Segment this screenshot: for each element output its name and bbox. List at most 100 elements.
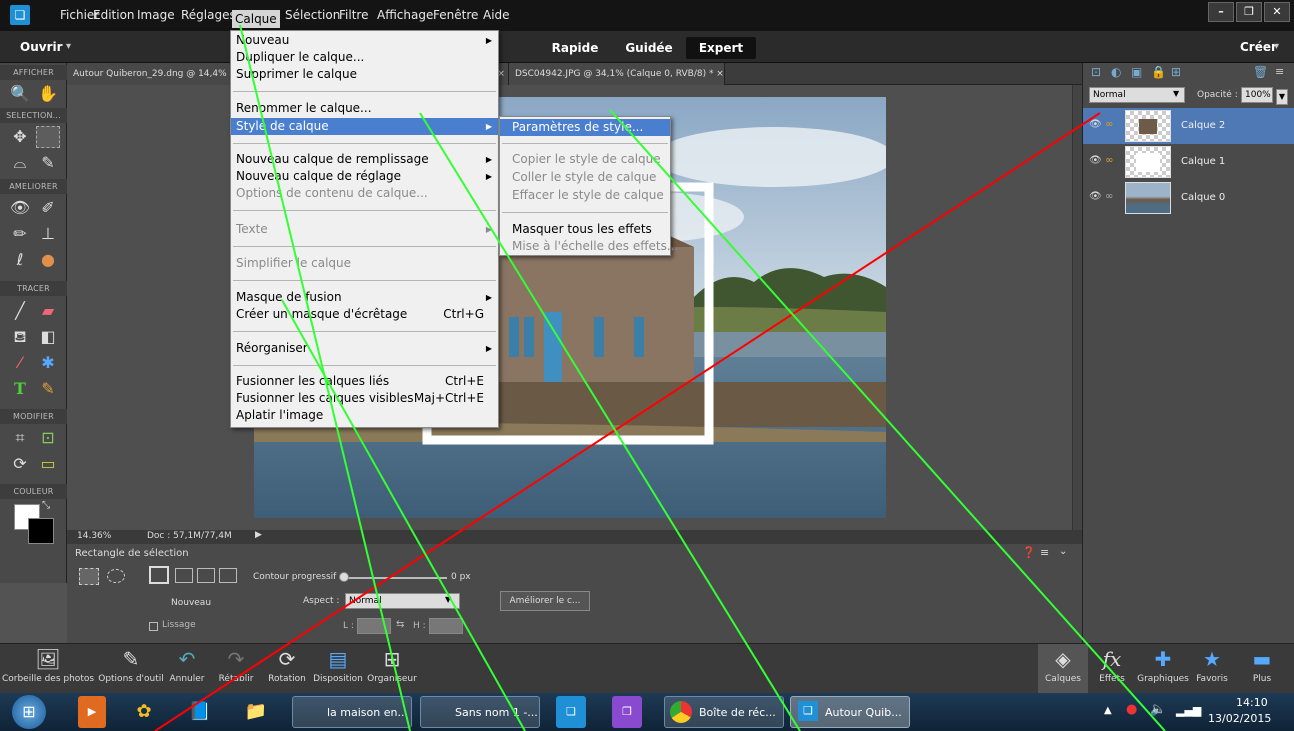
graphics-button[interactable]: ✚ Graphiques bbox=[1132, 644, 1194, 694]
photo-bin-button[interactable]: 🖼 Corbeille des photos bbox=[0, 644, 96, 694]
layers-button[interactable]: ◈ Calques bbox=[1038, 644, 1088, 694]
favorites-button[interactable]: ★ Favoris bbox=[1194, 644, 1230, 694]
hand-tool-icon[interactable]: ✋ bbox=[36, 83, 60, 105]
opacity-input[interactable]: 100% bbox=[1241, 87, 1273, 103]
zoom-tool-icon[interactable]: 🔍 bbox=[8, 83, 32, 105]
feather-slider-thumb[interactable] bbox=[339, 572, 349, 582]
smooth-checkbox[interactable] bbox=[149, 622, 158, 631]
red-eye-tool-icon[interactable]: 👁 bbox=[8, 197, 32, 219]
menu-item-renommer[interactable]: Renommer le calque... bbox=[231, 100, 498, 117]
swap-colors-icon[interactable]: ⤡ bbox=[42, 500, 50, 511]
options-menu-icon[interactable]: ≡ bbox=[1040, 546, 1049, 559]
picasa-icon[interactable]: ✿ bbox=[130, 696, 158, 728]
smart-brush-tool-icon[interactable]: ✏ bbox=[8, 223, 32, 245]
premiere-elements-icon[interactable]: ❐ bbox=[612, 696, 642, 728]
photoshop-elements-icon[interactable]: ❏ bbox=[556, 696, 586, 728]
background-color-swatch[interactable] bbox=[28, 518, 54, 544]
menu-item-masque-fusion[interactable]: Masque de fusion ▶ bbox=[231, 289, 498, 306]
menu-item-calque-reglage[interactable]: Nouveau calque de réglage ▶ bbox=[231, 168, 498, 185]
menu-item-fusionner-lies[interactable]: Fusionner les calques liés Ctrl+E bbox=[231, 373, 498, 390]
maximize-button[interactable]: ❐ bbox=[1236, 2, 1262, 22]
minimize-button[interactable]: – bbox=[1208, 2, 1234, 22]
blur-tool-icon[interactable]: ℓ bbox=[8, 249, 32, 271]
brush-tool-icon[interactable]: ╱ bbox=[8, 300, 32, 322]
clock-date[interactable]: 13/02/2015 bbox=[1208, 712, 1271, 725]
help-icon[interactable]: ❓ bbox=[1022, 546, 1036, 559]
lock-transparency-icon[interactable]: ⊞ bbox=[1171, 65, 1181, 79]
volume-icon[interactable]: 🔈 bbox=[1150, 702, 1166, 717]
crop-tool-icon[interactable]: ⌗ bbox=[8, 427, 32, 449]
visibility-eye-icon[interactable]: 👁 bbox=[1089, 191, 1102, 202]
create-button[interactable]: Créer bbox=[1240, 37, 1277, 57]
mode-guidee[interactable]: Guidée bbox=[614, 37, 684, 59]
collapse-options-icon[interactable]: ⌄ bbox=[1059, 546, 1067, 557]
effects-button[interactable]: fx Effets bbox=[1092, 644, 1132, 694]
layout-button[interactable]: ▤ Disposition bbox=[310, 644, 366, 694]
menu-item-reorganiser[interactable]: Réorganiser ▶ bbox=[231, 340, 498, 357]
width-input[interactable] bbox=[357, 618, 391, 634]
open-dropdown-icon[interactable]: ▾ bbox=[66, 37, 71, 57]
feather-slider-track[interactable] bbox=[344, 577, 447, 579]
app-logo-icon[interactable]: ❏ bbox=[10, 5, 30, 25]
layer-row[interactable]: 👁 ∞ Calque 0 bbox=[1083, 180, 1294, 216]
rotate-button[interactable]: ⟳ Rotation bbox=[264, 644, 310, 694]
network-icon[interactable]: ▂▄▆ bbox=[1176, 704, 1201, 717]
spot-healing-tool-icon[interactable]: ✐ bbox=[36, 197, 60, 219]
refine-edge-button[interactable]: Améliorer le c... bbox=[500, 591, 590, 611]
mode-expert[interactable]: Expert bbox=[686, 37, 756, 59]
undo-button[interactable]: ↶ Annuler bbox=[166, 644, 208, 694]
lasso-tool-icon[interactable]: ⌓ bbox=[8, 152, 32, 174]
eraser-tool-icon[interactable]: ▰ bbox=[36, 300, 60, 322]
type-tool-icon[interactable]: T bbox=[8, 378, 32, 400]
rect-marquee-tool-icon[interactable] bbox=[36, 126, 60, 148]
more-button[interactable]: ▬ Plus bbox=[1240, 644, 1284, 694]
file-explorer-icon[interactable]: 📁 bbox=[242, 696, 270, 728]
layer-row[interactable]: 👁 ∞ Calque 1 bbox=[1083, 144, 1294, 180]
quick-selection-tool-icon[interactable]: ✎ bbox=[36, 152, 60, 174]
move-tool-icon[interactable]: ✥ bbox=[8, 126, 32, 148]
blend-mode-dropdown-icon[interactable]: ▼ bbox=[1173, 89, 1179, 98]
vertical-scrollbar[interactable] bbox=[1072, 85, 1082, 530]
mode-rapide[interactable]: Rapide bbox=[540, 37, 610, 59]
subtract-selection-icon[interactable] bbox=[197, 568, 215, 583]
clone-stamp-tool-icon[interactable]: ⊥ bbox=[36, 223, 60, 245]
tab-document-1[interactable]: Autour Quiberon_29.dng @ 14,4% (C bbox=[67, 63, 237, 85]
redo-button[interactable]: ↷ Rétablir bbox=[208, 644, 264, 694]
menu-selection[interactable]: Sélection bbox=[282, 0, 343, 31]
visibility-eye-icon[interactable]: 👁 bbox=[1089, 155, 1102, 166]
submenu-item-parametres-style[interactable]: Paramètres de style... bbox=[500, 119, 670, 136]
trash-icon[interactable]: 🗑 bbox=[1253, 65, 1268, 79]
paint-bucket-tool-icon[interactable]: ⛾ bbox=[8, 326, 32, 348]
security-icon[interactable]: ● bbox=[1126, 702, 1137, 717]
custom-shape-tool-icon[interactable]: ✱ bbox=[36, 352, 60, 374]
new-layer-icon[interactable]: ⊡ bbox=[1091, 65, 1101, 79]
lock-icon[interactable]: 🔒 bbox=[1151, 65, 1166, 79]
organizer-button[interactable]: ⊞ Organiseur bbox=[366, 644, 418, 694]
blend-mode-select[interactable]: Normal bbox=[1089, 87, 1185, 103]
taskbar-window-2[interactable]: Sans nom 1 -... bbox=[420, 696, 540, 728]
layer-row[interactable]: 👁 ∞ Calque 2 bbox=[1083, 108, 1294, 144]
status-menu-arrow-icon[interactable]: ▶ bbox=[255, 530, 262, 540]
aspect-dropdown-icon[interactable]: ▼ bbox=[445, 595, 451, 604]
media-player-icon[interactable]: ▶ bbox=[78, 696, 106, 728]
content-move-tool-icon[interactable]: ⟳ bbox=[8, 453, 32, 475]
menu-item-dupliquer[interactable]: Dupliquer le calque... bbox=[231, 49, 498, 66]
visibility-eye-icon[interactable]: 👁 bbox=[1089, 119, 1102, 130]
pencil-tool-icon[interactable]: ✎ bbox=[36, 378, 60, 400]
link-icon[interactable]: ∞ bbox=[1105, 155, 1113, 166]
opacity-dropdown-icon[interactable]: ▼ bbox=[1276, 89, 1288, 105]
tool-options-button[interactable]: ✎ Options d'outil bbox=[96, 644, 166, 694]
straighten-tool-icon[interactable]: ▭ bbox=[36, 453, 60, 475]
height-input[interactable] bbox=[429, 618, 463, 634]
link-icon[interactable]: ∞ bbox=[1105, 191, 1113, 202]
add-selection-icon[interactable] bbox=[175, 568, 193, 583]
create-dropdown-icon[interactable]: ▾ bbox=[1274, 37, 1279, 57]
gradient-tool-icon[interactable]: ◧ bbox=[36, 326, 60, 348]
link-icon[interactable]: ∞ bbox=[1105, 119, 1113, 130]
menu-item-fusionner-visibles[interactable]: Fusionner les calques visibles Maj+Ctrl+E bbox=[231, 390, 498, 407]
menu-reglages[interactable]: Réglages bbox=[178, 0, 239, 31]
menu-item-calque-remplissage[interactable]: Nouveau calque de remplissage ▶ bbox=[231, 151, 498, 168]
rect-selection-icon[interactable] bbox=[79, 568, 99, 585]
menu-fenetre[interactable]: Fenêtre bbox=[430, 0, 481, 31]
menu-edition[interactable]: Edition bbox=[90, 0, 138, 31]
